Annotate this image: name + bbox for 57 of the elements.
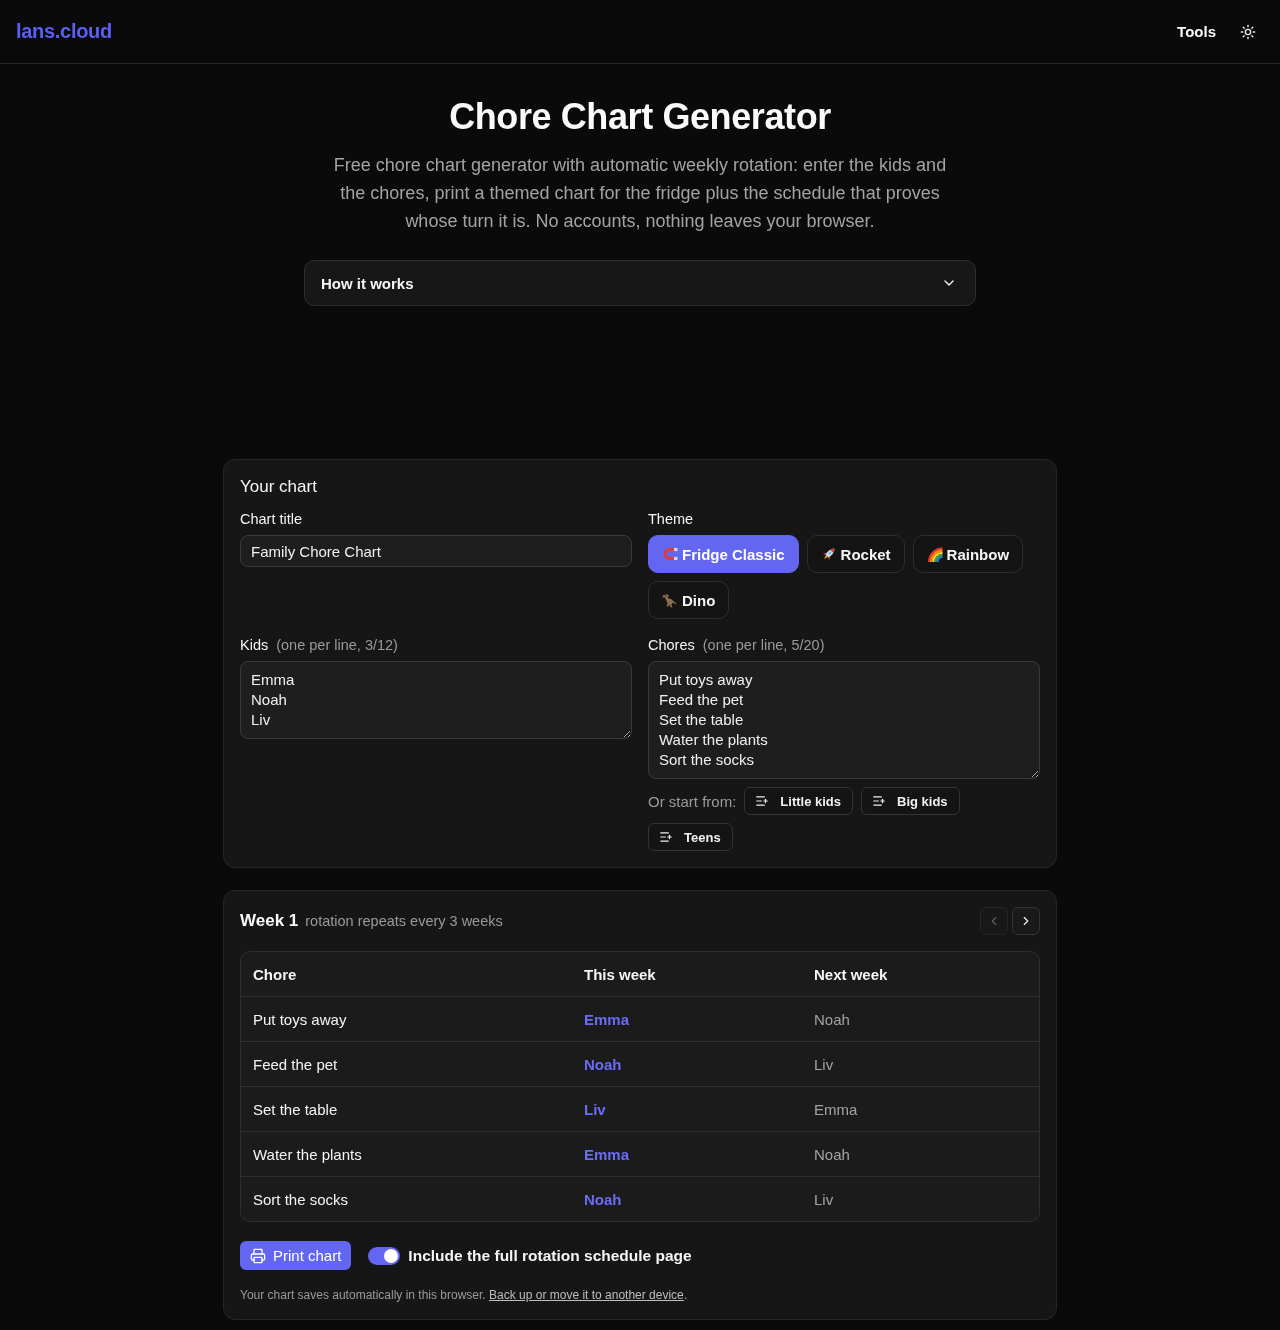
table-cell-text: Feed the pet (252, 1055, 339, 1073)
field-label: Kids (240, 636, 269, 654)
magnet-icon (662, 546, 678, 562)
column-header: Chore (252, 965, 298, 983)
autosave-note: Your chart saves automatically in this browser. Back up or move it to another device. (240, 1287, 689, 1303)
chart-title-field[interactable]: Family Chore Chart (240, 535, 632, 567)
table-cell-text: Emma (813, 1100, 859, 1118)
table-cell-text: Noah (813, 1010, 851, 1028)
table-cell-text: Set the table (252, 1100, 339, 1118)
table-cell-text: Put toys away (252, 1010, 348, 1028)
table-cell-text: Sort the socks (252, 1190, 350, 1208)
preset-button[interactable]: Big kids (861, 787, 960, 815)
rotation-note: rotation repeats every 3 weeks (305, 913, 503, 929)
printer-icon (250, 1247, 266, 1264)
sun-icon (1240, 23, 1256, 40)
dinosaur-icon (662, 592, 678, 608)
intro-text: Free chore chart generator with automatic weekly rotation: enter the kids and the chores, print a themed chart for the fridge plus the schedule that proves whose turn it is. No accounts, nothing leaves your browser. (332, 154, 948, 233)
list-plus-icon (659, 830, 673, 844)
chores-field[interactable]: Put toys away Feed the pet Set the table Water the plants Sort the socks (648, 661, 1040, 779)
preset-button[interactable]: Little kids (744, 787, 854, 815)
field-hint: (one per line, 5/20) (702, 636, 825, 654)
page-title: Chore Chart Generator (449, 95, 831, 139)
toggle-label: Include the full rotation schedule page (408, 1246, 692, 1265)
theme-toggle-button[interactable] (1240, 23, 1256, 40)
toggle-switch[interactable] (368, 1246, 401, 1265)
field-hint: (one per line, 3/12) (276, 636, 398, 654)
table-cell-text: Emma (583, 1010, 631, 1028)
nav-link[interactable]: Tools (1177, 23, 1216, 40)
field-label: Chart title (240, 510, 303, 528)
table-cell-text: Noah (583, 1190, 623, 1208)
week-title: Week 1 (240, 911, 299, 931)
table-cell-text: Liv (813, 1190, 835, 1208)
table-cell-text: Liv (583, 1100, 607, 1118)
table-cell-text: Liv (813, 1055, 835, 1073)
preset-label: Or start from: (648, 792, 737, 810)
print-button[interactable]: Print chart (240, 1241, 352, 1270)
field-label: Theme (648, 510, 694, 528)
theme-option[interactable]: Rocket (806, 535, 905, 573)
preset-button[interactable]: Teens (648, 823, 733, 851)
table-cell-text: Noah (813, 1145, 851, 1163)
theme-option[interactable]: Fridge Classic (648, 535, 799, 573)
how-it-works-toggle[interactable]: How it works (304, 260, 976, 306)
table-cell-text: Noah (583, 1055, 623, 1073)
card-heading: Your chart (240, 476, 318, 498)
theme-option[interactable]: Dino (648, 581, 730, 619)
column-header: Next week (813, 965, 889, 983)
kids-field[interactable]: Emma Noah Liv (240, 661, 632, 739)
site-logo[interactable]: lans.cloud (16, 20, 112, 43)
backup-link[interactable]: Back up or move it to another device (489, 1288, 684, 1302)
rainbow-icon (926, 546, 943, 562)
table-cell-text: Emma (583, 1145, 631, 1163)
field-label: Chores (648, 636, 695, 654)
list-plus-icon (872, 794, 887, 808)
theme-option[interactable]: Rainbow (912, 535, 1024, 573)
column-header: This week (583, 965, 657, 983)
list-plus-icon (755, 794, 770, 808)
table-cell-text: Water the plants (252, 1145, 363, 1163)
